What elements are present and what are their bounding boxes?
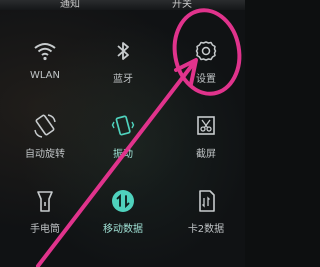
tile-bluetooth[interactable]: 蓝牙 — [88, 38, 158, 85]
tile-label: 移动数据 — [103, 224, 143, 235]
tile-label: WLAN — [29, 70, 60, 81]
tile-label: 蓝牙 — [113, 74, 133, 85]
tile-auto-rotate[interactable]: 自动旋转 — [10, 113, 80, 160]
flashlight-icon — [37, 191, 53, 212]
tile-label: 自动旋转 — [25, 149, 65, 160]
tile-screenshot[interactable]: 截屏 — [171, 113, 241, 160]
auto-rotate-icon — [34, 114, 56, 138]
sim2-data-icon — [199, 190, 215, 212]
tile-label: 手电筒 — [30, 224, 60, 235]
annotation-arrow-shaft — [36, 62, 195, 267]
mobile-data-icon — [112, 190, 134, 212]
tile-label: 卡2数据 — [187, 224, 225, 235]
gear-icon — [195, 41, 217, 61]
notification-tab-strip — [0, 0, 245, 10]
tile-mobile-data[interactable]: 移动数据 — [88, 188, 158, 235]
tile-settings[interactable]: 设置 — [171, 38, 241, 85]
bluetooth-icon — [117, 42, 129, 60]
tile-sim2-data[interactable]: 卡2数据 — [171, 188, 241, 235]
vibrate-icon — [111, 115, 135, 136]
tab-switches[interactable]: 开关 — [172, 0, 192, 10]
tile-wlan[interactable]: WLAN — [10, 38, 80, 81]
screenshot-icon — [197, 116, 215, 135]
tab-notifications[interactable]: 通知 — [60, 0, 80, 10]
quick-settings-panel: 通知 开关 WLAN 蓝牙 设置 自动旋转 振动 截屏 手电筒 移动数据 卡2数… — [0, 0, 245, 267]
tile-label: 截屏 — [196, 149, 216, 160]
tile-flashlight[interactable]: 手电筒 — [10, 188, 80, 235]
tile-vibrate[interactable]: 振动 — [88, 113, 158, 160]
tile-label: 设置 — [196, 74, 216, 85]
tile-label: 振动 — [113, 149, 133, 160]
wifi-icon — [34, 43, 56, 61]
